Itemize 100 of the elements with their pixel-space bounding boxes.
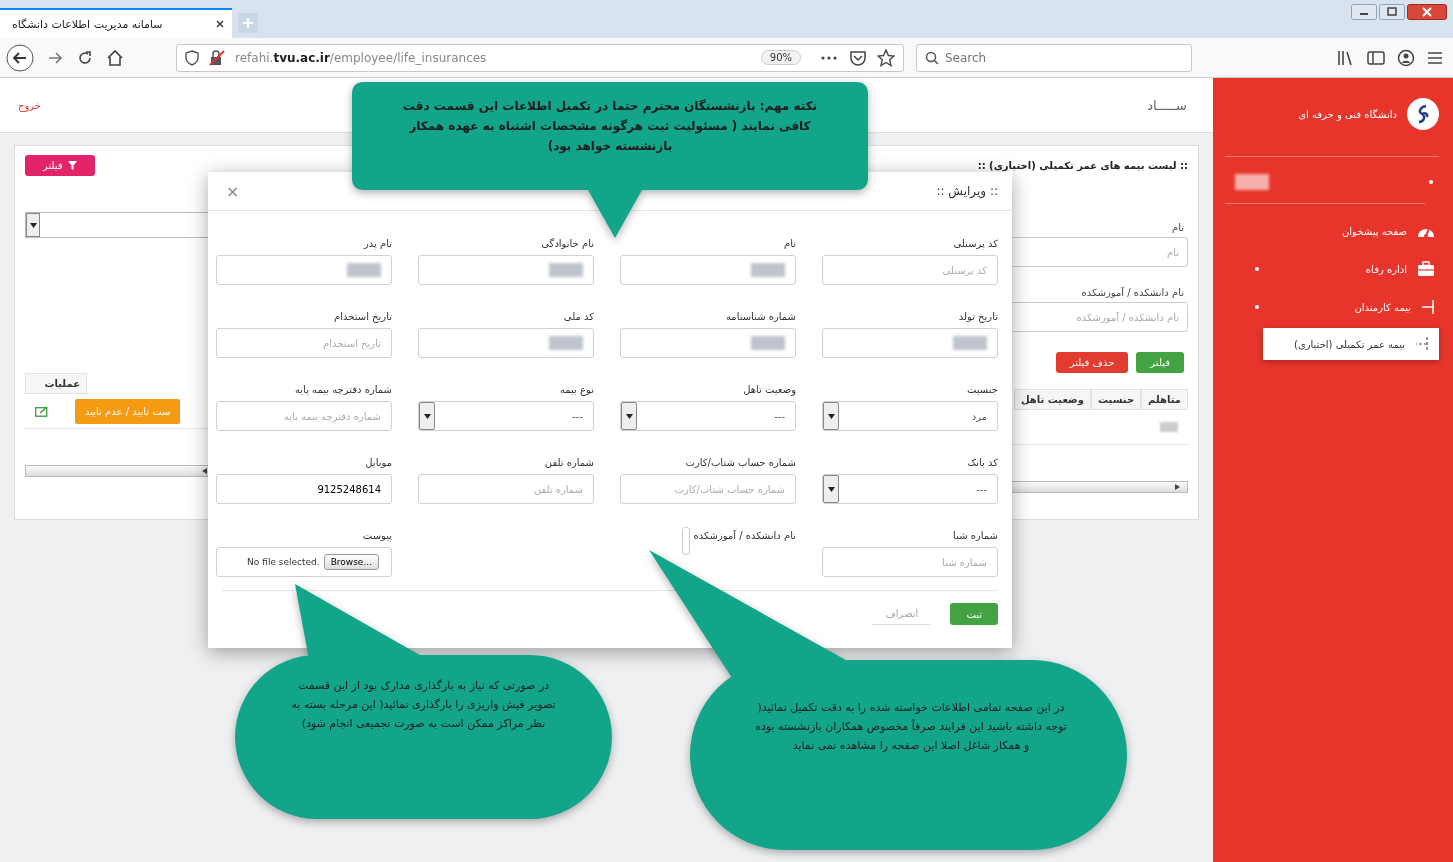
input-field[interactable]: شماره دفترچه بیمه پایه <box>216 401 392 431</box>
field-label: موبایل <box>365 456 392 468</box>
input-field[interactable]: شماره تلفن <box>418 474 594 504</box>
select-field[interactable]: --- <box>620 401 796 431</box>
field-label: نام <box>783 237 796 249</box>
browser-tab[interactable]: سامانه مدیریت اطلاعات دانشگاه <box>0 8 232 38</box>
select-field[interactable]: --- <box>418 401 594 431</box>
redacted-value <box>549 336 583 350</box>
briefcase-icon[interactable] <box>1417 261 1435 277</box>
input-field[interactable]: شماره حساب شتاب/کارت <box>620 474 796 504</box>
field-label: کد بانک <box>967 456 998 468</box>
sidebar-item[interactable]: اداره رفاه <box>1225 254 1439 284</box>
redacted-value <box>953 336 987 350</box>
insecure-lock-icon <box>209 49 225 66</box>
field-label: شماره شناسنامه <box>725 310 796 322</box>
star-icon[interactable] <box>877 48 895 67</box>
select-field[interactable] <box>681 527 690 555</box>
account-icon[interactable] <box>1397 48 1415 67</box>
select-field[interactable]: --- <box>822 474 998 504</box>
tree-branch-icon <box>1415 336 1429 352</box>
column-header: متاهلم <box>1141 389 1188 410</box>
column-header: عملیات <box>25 373 87 394</box>
sidebar-item[interactable]: بیمه کارمندان <box>1225 292 1439 322</box>
field-label: کد پرسنلی <box>953 237 998 249</box>
minimize-icon[interactable] <box>1351 4 1377 20</box>
dialog-title: :: ویرایش :: <box>936 184 998 198</box>
search-field[interactable]: Search <box>916 43 1192 72</box>
field-label: نام دانشکده / آموزشکده <box>693 529 796 541</box>
column-header: جنسیت <box>1090 389 1142 410</box>
caret-down-icon <box>827 486 835 492</box>
field-label: جنسیت <box>967 383 998 395</box>
scroll-left-icon[interactable] <box>202 468 208 474</box>
input-field[interactable] <box>620 255 796 285</box>
column-header: وضعیت تاهل <box>1013 389 1091 410</box>
field-label: نام دانشکده / آموزشکده <box>1080 287 1184 298</box>
funnel-icon <box>67 160 77 170</box>
close-button[interactable]: × <box>222 181 244 201</box>
close-icon[interactable] <box>216 20 224 28</box>
back-icon[interactable] <box>6 43 34 72</box>
field-label: شماره تلفن <box>544 456 594 468</box>
field-label: شماره شبا <box>953 529 998 541</box>
shield-icon <box>185 49 199 66</box>
field-label: نام خانوادگی <box>541 237 594 249</box>
redacted-value <box>751 263 785 277</box>
caret-down-icon <box>827 413 835 419</box>
url-text: refahi.tvu.ac.ir/employee/life_insurances <box>235 50 487 65</box>
input-field[interactable]: تاریخ استخدام <box>216 328 392 358</box>
page-title: :: لیست بیمه های عمر تکمیلی (اختیاری) :: <box>977 159 1188 171</box>
scroll-right-icon[interactable] <box>1175 484 1181 490</box>
caret-down-icon <box>625 413 633 419</box>
pocket-icon[interactable] <box>849 49 867 66</box>
field-label: شماره دفترچه بیمه پایه <box>294 383 392 395</box>
field-label: نام پدر <box>363 237 392 249</box>
menu-icon[interactable] <box>1427 50 1443 65</box>
organization-name: دانشگاه فنی و حرفه ای <box>1298 108 1397 120</box>
field-label: نوع بیمه <box>559 383 594 395</box>
input-field[interactable]: 9125248614 <box>216 474 392 504</box>
input-field[interactable] <box>418 328 594 358</box>
callout-text: در صورتی که نیاز به بارگذاری مدارک بود از این قسمت تصویر فیش واریزی را بارگذاری نمائید( این مرحله بسته به نظر مراکز ممکن است به صورت تجمیعی انجام شود) <box>290 678 557 732</box>
redacted-value <box>549 263 583 277</box>
input-field[interactable] <box>216 255 392 285</box>
edit-icon[interactable] <box>35 405 49 417</box>
caret-down-icon <box>29 222 37 228</box>
input-field[interactable] <box>418 255 594 285</box>
file-input[interactable]: No file selected. Browse... <box>216 547 392 577</box>
filter-toggle-button[interactable]: فیلتر <box>25 154 95 176</box>
caret-down-icon <box>423 413 431 419</box>
close-icon[interactable] <box>1407 4 1447 20</box>
field-label: پیوست <box>362 529 392 541</box>
exit-link[interactable]: خروج <box>18 99 41 111</box>
input-field[interactable]: شماره شبا <box>822 547 998 577</box>
reload-icon[interactable] <box>76 48 94 67</box>
field-label: کد ملی <box>563 310 594 322</box>
input-field[interactable]: کد پرسنلی <box>822 255 998 285</box>
tree-branch-icon[interactable] <box>1421 299 1435 315</box>
home-icon[interactable] <box>106 48 124 67</box>
sidebar-item[interactable]: صفحه پیشخوان <box>1225 216 1439 246</box>
address-bar[interactable]: refahi.tvu.ac.ir/employee/life_insurances 90% <box>176 43 904 72</box>
field-label: تاریخ استخدام <box>334 310 392 322</box>
sidebar-item[interactable]: بیمه عمر تکمیلی (اختیاری) <box>1263 328 1439 360</box>
redacted-value <box>347 263 381 277</box>
clear-filter-button[interactable]: حذف فیلتر <box>1055 352 1129 373</box>
redacted-value <box>751 336 785 350</box>
redacted-value <box>1160 422 1178 432</box>
sidebar-icon[interactable] <box>1367 49 1385 66</box>
browse-button[interactable]: Browse... <box>323 554 379 570</box>
redacted-user-name <box>1235 174 1269 190</box>
zoom-level-button[interactable]: 90% <box>760 50 801 65</box>
brand-name: ســـــاد <box>1147 97 1187 113</box>
callout-text: نکته مهم: بازنشستگان محترم حتما در تکمیل اطلاعات این قسمت دقت کافی نمایند ( مسئولیت ثبت هرگونه مشخصات اشتباه به عهده همکار بازنشسته خواهد بود) <box>401 98 819 156</box>
input-field[interactable] <box>822 328 998 358</box>
maximize-icon[interactable] <box>1379 4 1405 20</box>
select-field[interactable]: مرد <box>822 401 998 431</box>
input-field[interactable] <box>620 328 796 358</box>
library-icon[interactable] <box>1337 49 1355 66</box>
search-icon <box>925 50 939 65</box>
dot-icon <box>1429 180 1433 184</box>
callout-text: در این صفحه تمامی اطلاعات خواسته شده را به دقت تکمیل نمائید( توجه داشته باشید این فرایند صرفاً مخصوص همکاران بازنشسته بوده و همکار شاغل اصلا این صفحه را مشاهده نمی نماید <box>755 700 1067 754</box>
field-label: تاریخ تولد <box>958 310 998 322</box>
logo-icon <box>1407 98 1439 130</box>
